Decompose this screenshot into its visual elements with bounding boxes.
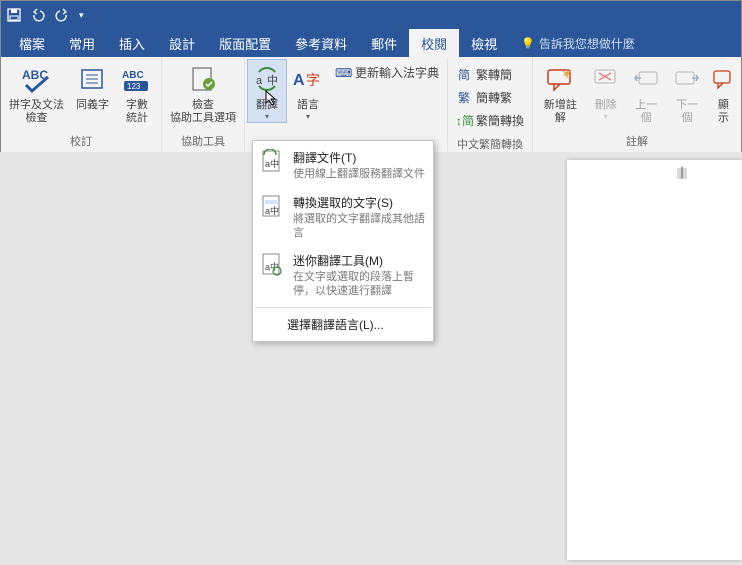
check-accessibility-label: 檢查 協助工具選項 [170, 99, 236, 125]
customize-qat-icon[interactable]: ▾ [79, 10, 84, 21]
ime-icon: ⌨ [335, 66, 351, 80]
mini-translator-item[interactable]: a中 迷你翻譯工具(M) 在文字或選取的段落上暫停，以快速進行翻譯 [255, 246, 431, 305]
spelling-button[interactable]: ABC 拼字及文法 檢查 [3, 59, 70, 125]
thesaurus-icon [79, 63, 107, 97]
language-icon: A字 [293, 63, 323, 97]
delete-comment-label: 刪除 [595, 99, 617, 112]
svg-text:A: A [293, 72, 305, 89]
next-comment-icon [674, 63, 700, 97]
chevron-down-icon: ▾ [306, 112, 310, 122]
translate-button[interactable]: a中 翻譯 ▾ [247, 59, 287, 123]
new-comment-button[interactable]: ✶ 新增註解 [535, 59, 586, 125]
group-proofing: ABC 拼字及文法 檢查 同義字 ABC123 字數 統計 校訂 [1, 57, 162, 152]
insertion-point: ┃ [677, 168, 687, 179]
wordcount-label: 字數 統計 [126, 99, 148, 125]
svg-text:字: 字 [306, 72, 320, 88]
tc-icon: 繁 [456, 89, 472, 106]
save-icon[interactable] [7, 8, 21, 22]
check-accessibility-button[interactable]: 檢查 協助工具選項 [164, 59, 242, 125]
sc-tc-label: 繁簡轉換 [476, 112, 524, 129]
translate-selection-icon: a中 [259, 194, 285, 224]
thesaurus-label: 同義字 [76, 99, 109, 112]
translate-document-desc: 使用線上翻譯服務翻譯文件 [293, 168, 425, 182]
sc-tc-button[interactable]: ↕简繁簡轉換 [454, 109, 526, 132]
svg-text:a: a [256, 75, 263, 87]
new-comment-label: 新增註解 [541, 99, 580, 125]
sc-icon: 简 [456, 66, 472, 83]
tab-review[interactable]: 校閱 [409, 29, 459, 57]
prev-comment-label: 上一個 [632, 99, 661, 125]
tab-mailings[interactable]: 郵件 [359, 29, 409, 57]
group-chinese: 简繁轉簡 繁簡轉繁 ↕简繁簡轉換 中文繁簡轉換 [448, 57, 533, 152]
next-comment-label: 下一個 [673, 99, 702, 125]
svg-text:123: 123 [127, 82, 141, 91]
document-page[interactable]: ┃ [567, 160, 742, 560]
show-comments-button[interactable]: 顯示 [708, 59, 739, 125]
tab-layout[interactable]: 版面配置 [207, 29, 283, 57]
update-ime-label: 更新輸入法字典 [355, 64, 439, 81]
wordcount-button[interactable]: ABC123 字數 統計 [115, 59, 159, 125]
quick-access-toolbar: ▾ [1, 1, 741, 29]
wordcount-icon: ABC123 [121, 63, 153, 97]
accessibility-icon [189, 63, 217, 97]
tab-design[interactable]: 設計 [157, 29, 207, 57]
spelling-icon: ABC [20, 63, 54, 97]
group-comments: ✶ 新增註解 刪除▾ 上一個 下一個 顯示 註解 [533, 57, 741, 152]
mini-translator-desc: 在文字或選取的段落上暫停，以快速進行翻譯 [293, 271, 425, 299]
translate-selection-item[interactable]: a中 轉換選取的文字(S) 將選取的文字翻譯成其他語言 [255, 188, 431, 247]
translate-selection-title: 轉換選取的文字(S) [293, 194, 425, 211]
dropdown-separator [255, 307, 431, 308]
svg-text:ABC: ABC [122, 70, 144, 81]
prev-comment-icon [633, 63, 659, 97]
translate-document-item[interactable]: a中 翻譯文件(T) 使用線上翻譯服務翻譯文件 [255, 143, 431, 188]
tab-insert[interactable]: 插入 [107, 29, 157, 57]
tab-view[interactable]: 檢視 [459, 29, 509, 57]
group-accessibility-label: 協助工具 [164, 131, 242, 152]
spelling-label: 拼字及文法 檢查 [9, 99, 64, 125]
ribbon: ABC 拼字及文法 檢查 同義字 ABC123 字數 統計 校訂 [1, 57, 741, 153]
delete-comment-icon [593, 63, 619, 97]
sc-to-tc-label: 簡轉繁 [476, 89, 512, 106]
mini-translator-icon: a中 [259, 252, 285, 282]
tc-to-sc-label: 繁轉簡 [476, 66, 512, 83]
tab-tellme[interactable]: 告訴我您想做什麼 [509, 29, 647, 57]
language-button[interactable]: A字 語言 ▾ [287, 59, 329, 122]
prev-comment-button[interactable]: 上一個 [626, 59, 667, 125]
choose-translation-language-item[interactable]: 選擇翻譯語言(L)... [255, 310, 431, 339]
svg-text:中: 中 [267, 74, 278, 87]
group-comments-label: 註解 [535, 131, 739, 152]
tab-file[interactable]: 檔案 [7, 29, 57, 57]
translate-document-title: 翻譯文件(T) [293, 149, 425, 166]
group-proofing-label: 校訂 [3, 131, 159, 152]
translate-dropdown: a中 翻譯文件(T) 使用線上翻譯服務翻譯文件 a中 轉換選取的文字(S) 將選… [252, 140, 434, 342]
tab-home[interactable]: 常用 [57, 29, 107, 57]
language-label: 語言 [297, 99, 319, 112]
undo-icon[interactable] [31, 8, 45, 22]
ribbon-tabs: 檔案 常用 插入 設計 版面配置 參考資料 郵件 校閱 檢視 告訴我您想做什麼 [1, 29, 741, 57]
show-comments-icon [712, 63, 734, 97]
translate-selection-desc: 將選取的文字翻譯成其他語言 [293, 213, 425, 241]
show-comments-label: 顯示 [714, 99, 733, 125]
thesaurus-button[interactable]: 同義字 [70, 59, 115, 112]
svg-text:a中: a中 [265, 205, 279, 216]
tab-references[interactable]: 參考資料 [283, 29, 359, 57]
update-ime-button[interactable]: ⌨ 更新輸入法字典 [333, 61, 441, 84]
redo-icon[interactable] [55, 8, 69, 22]
mini-translator-title: 迷你翻譯工具(M) [293, 252, 425, 269]
chevron-down-icon: ▾ [265, 112, 269, 122]
translate-document-icon: a中 [259, 149, 285, 179]
new-comment-icon: ✶ [546, 63, 574, 97]
next-comment-button[interactable]: 下一個 [667, 59, 708, 125]
group-language: a中 翻譯 ▾ A字 語言 ▾ ⌨ 更新輸入法字典 [245, 57, 448, 152]
svg-text:a中: a中 [265, 158, 279, 169]
tc-to-sc-button[interactable]: 简繁轉簡 [454, 63, 526, 86]
svg-text:✶: ✶ [562, 68, 572, 81]
delete-comment-button[interactable]: 刪除▾ [586, 59, 626, 122]
group-accessibility: 檢查 協助工具選項 協助工具 [162, 57, 245, 152]
convert-icon: ↕简 [456, 112, 472, 129]
cursor-icon [264, 89, 278, 107]
sc-to-tc-button[interactable]: 繁簡轉繁 [454, 86, 526, 109]
